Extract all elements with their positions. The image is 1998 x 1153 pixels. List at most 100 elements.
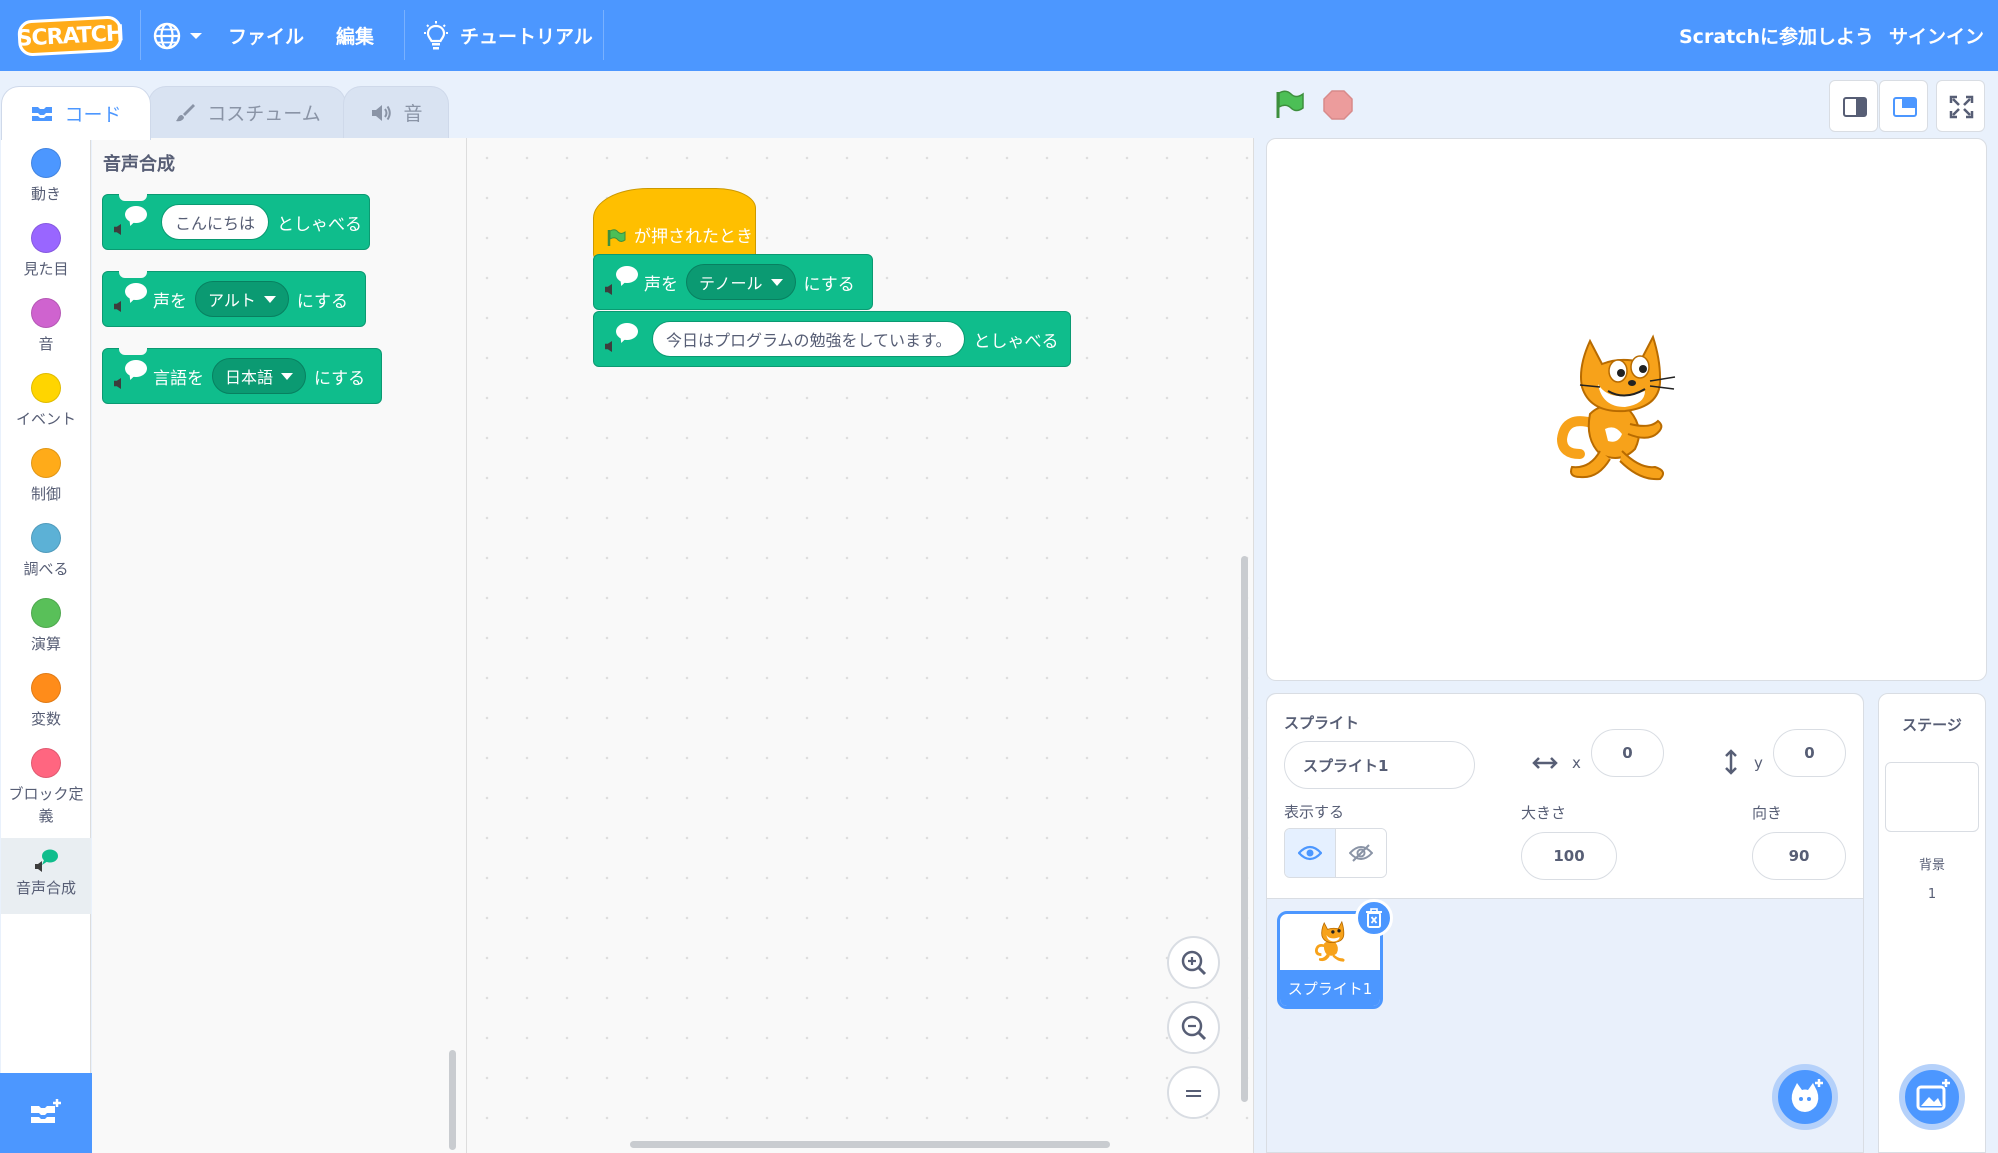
file-menu[interactable]: ファイル [228, 0, 304, 71]
tab-code[interactable]: コード [1, 86, 151, 140]
caret-down-icon [770, 278, 783, 286]
sprite-thumbnail-label: スプライト1 [1280, 970, 1380, 1006]
category-motion[interactable]: 動き [1, 148, 91, 205]
y-position-input[interactable]: 0 [1773, 729, 1846, 777]
y-label: y [1754, 754, 1763, 772]
category-looks[interactable]: 見た目 [1, 223, 91, 280]
category-label: ブロック定義 [8, 785, 84, 825]
block-text: 言語を [153, 368, 204, 389]
zoom-out-button[interactable] [1167, 1001, 1220, 1054]
category-label: 音声合成 [15, 879, 76, 897]
tab-sounds[interactable]: 音 [343, 86, 449, 138]
direction-input[interactable]: 90 [1752, 832, 1846, 880]
edit-menu[interactable]: 編集 [336, 0, 374, 71]
fullscreen-button[interactable] [1936, 80, 1985, 132]
category-variables-dot [31, 673, 61, 703]
small-stage-button[interactable] [1829, 80, 1878, 132]
voice-dropdown[interactable]: テノール [686, 264, 796, 300]
speak-text-input[interactable]: 今日はプログラムの勉強をしています。 [652, 321, 966, 357]
tab-costumes-label: コスチューム [207, 103, 321, 125]
join-scratch-link[interactable]: Scratchに参加しよう [1679, 0, 1874, 71]
sprite-info: スプライト スプライト1 x 0 y 0 表示する 大きさ 100 向き 90 [1267, 694, 1863, 899]
category-control[interactable]: 制御 [1, 448, 91, 505]
sign-in-link[interactable]: サインイン [1889, 0, 1984, 71]
backdrop-count: 1 [1927, 887, 1937, 902]
palette-block-set-voice[interactable]: 声を アルト にする [102, 271, 366, 327]
script-block-speak[interactable]: 今日はプログラムの勉強をしています。 としゃべる [593, 311, 1071, 367]
zoom-reset-button[interactable]: = [1167, 1066, 1220, 1119]
workspace-horizontal-scrollbar[interactable] [630, 1141, 1110, 1148]
block-text: 声を [153, 291, 187, 312]
block-text: としゃべる [277, 214, 363, 235]
caret-down-icon [281, 372, 294, 380]
category-menu: 動き 見た目 音 イベント 制御 調べる 演算 変数 ブロック定義 音声合成 [1, 138, 91, 1073]
backdrop-label: 背景 [1918, 858, 1945, 873]
palette-scrollbar[interactable] [449, 1050, 456, 1150]
workspace-vertical-scrollbar[interactable] [1241, 556, 1248, 1102]
show-sprite-button[interactable] [1285, 829, 1336, 877]
backdrop-thumbnail[interactable] [1885, 762, 1979, 832]
category-label: 調べる [23, 560, 69, 578]
menu-separator [404, 10, 405, 60]
voice-dropdown[interactable]: アルト [195, 281, 289, 317]
voice-dropdown-value: アルト [208, 291, 256, 310]
category-operators[interactable]: 演算 [1, 598, 91, 655]
category-operators-dot [31, 598, 61, 628]
category-text-to-speech[interactable]: 音声合成 [1, 838, 91, 914]
when-flag-clicked-block[interactable]: が押されたとき [593, 188, 756, 260]
block-text: にする [296, 291, 349, 312]
category-variables[interactable]: 変数 [1, 673, 91, 730]
cat-sprite-icon[interactable] [1550, 329, 1700, 489]
voice-dropdown-value: テノール [699, 274, 763, 293]
category-sensing[interactable]: 調べる [1, 523, 91, 580]
text-to-speech-icon [103, 348, 153, 404]
eye-icon [1297, 845, 1322, 861]
size-input[interactable]: 100 [1521, 832, 1617, 880]
tab-code-label: コード [64, 104, 122, 126]
sprite-panel: スプライト スプライト1 x 0 y 0 表示する 大きさ 100 向き 90 [1266, 693, 1864, 1153]
language-dropdown[interactable]: 日本語 [212, 358, 307, 394]
stage-canvas[interactable] [1266, 138, 1987, 681]
show-label: 表示する [1284, 803, 1345, 821]
text-to-speech-icon [594, 254, 644, 310]
direction-label: 向き [1752, 804, 1783, 822]
choose-backdrop-button[interactable] [1899, 1064, 1965, 1130]
category-control-dot [31, 448, 61, 478]
stop-button[interactable] [1322, 89, 1354, 121]
hide-sprite-button[interactable] [1335, 829, 1386, 877]
category-events[interactable]: イベント [1, 373, 91, 430]
small-stage-icon [1843, 97, 1867, 117]
eye-slash-icon [1348, 844, 1373, 862]
cat-sprite-icon [1314, 920, 1345, 962]
palette-block-set-language[interactable]: 言語を 日本語 にする [102, 348, 382, 404]
category-looks-dot [31, 223, 61, 253]
block-text: にする [803, 274, 855, 295]
category-label: イベント [15, 410, 76, 428]
sprite-name-input[interactable]: スプライト1 [1284, 741, 1475, 789]
add-extension-button[interactable] [0, 1073, 92, 1153]
delete-sprite-button[interactable] [1355, 899, 1393, 937]
lightbulb-icon [424, 20, 448, 49]
category-label: 動き [30, 185, 61, 203]
scratch-logo[interactable]: SCRATCH [16, 15, 124, 57]
green-flag-button[interactable] [1274, 90, 1304, 120]
category-sound[interactable]: 音 [1, 298, 91, 355]
text-to-speech-icon [103, 194, 153, 250]
category-my-blocks[interactable]: ブロック定義 [1, 748, 91, 827]
category-my-blocks-dot [31, 748, 61, 778]
language-menu[interactable] [152, 0, 204, 71]
sprite-name-label: スプライト [1284, 714, 1360, 732]
category-label: 見た目 [23, 260, 69, 278]
zoom-in-button[interactable] [1167, 936, 1220, 989]
tutorials-button[interactable]: チュートリアル [422, 0, 593, 71]
choose-sprite-button[interactable] [1772, 1064, 1838, 1130]
trash-icon [1366, 908, 1382, 928]
normal-stage-button[interactable] [1879, 80, 1928, 132]
green-flag-icon [1276, 90, 1304, 118]
x-position-input[interactable]: 0 [1591, 729, 1664, 777]
fullscreen-icon [1949, 95, 1974, 119]
speak-text-input[interactable]: こんにちは [161, 204, 270, 240]
tab-costumes[interactable]: コスチューム [148, 86, 346, 138]
script-block-set-voice[interactable]: 声を テノール にする [593, 254, 873, 310]
palette-block-speak[interactable]: こんにちは としゃべる [102, 194, 370, 250]
